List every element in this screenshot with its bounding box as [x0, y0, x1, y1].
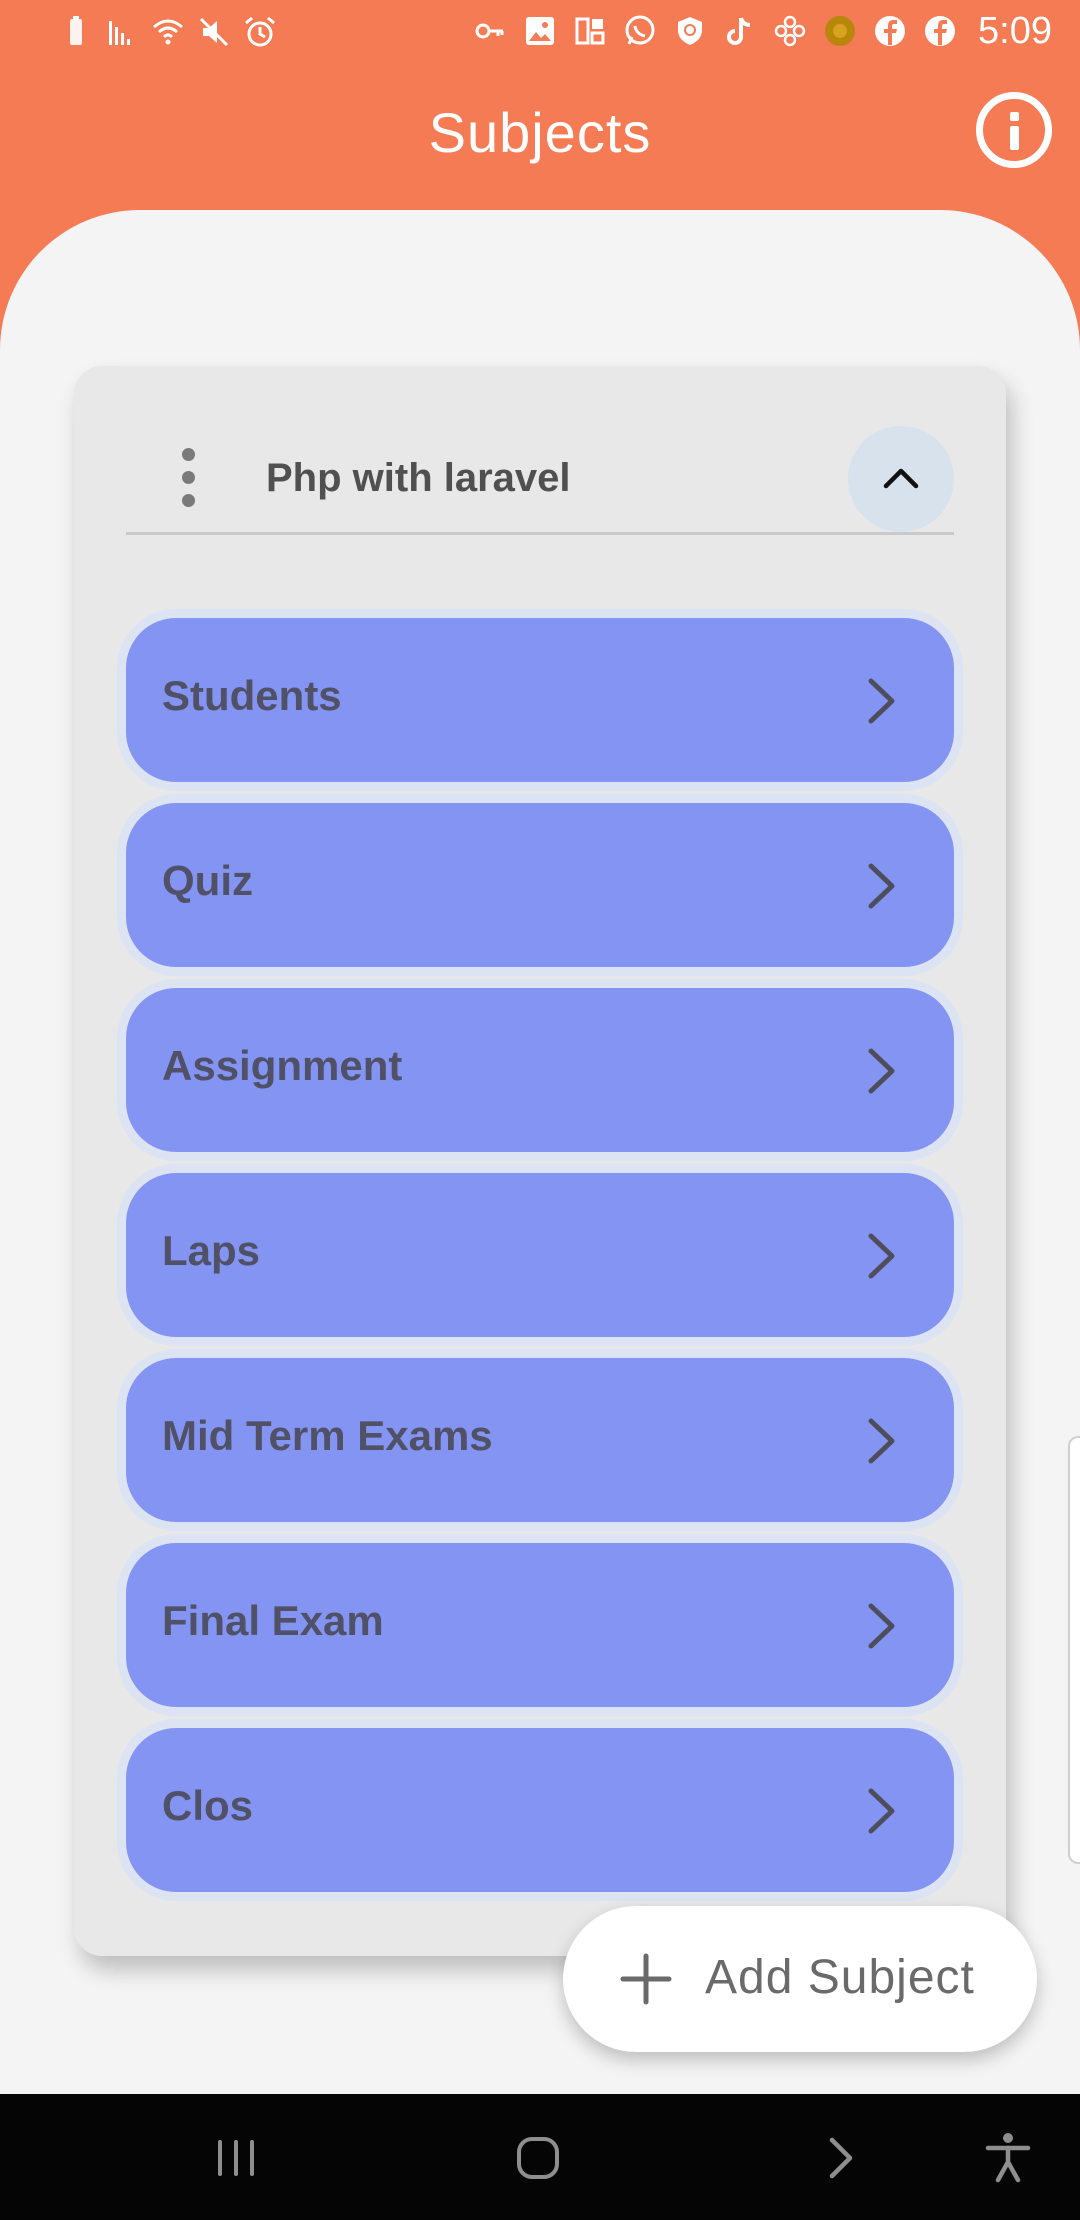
menu-item-label: Assignment [162, 1042, 403, 1089]
add-subject-label: Add Subject [705, 1951, 975, 2004]
info-icon[interactable] [976, 92, 1052, 168]
facebook-icon [872, 13, 908, 49]
chevron-right-icon [868, 1788, 895, 1834]
edge-panel-handle[interactable] [1068, 1436, 1080, 1864]
chevron-right-icon [868, 1418, 895, 1464]
home-icon[interactable] [508, 2128, 568, 2188]
collapse-button[interactable] [848, 426, 954, 532]
accessibility-icon[interactable] [978, 2128, 1038, 2188]
key-icon [472, 13, 508, 49]
chevron-right-icon [868, 1048, 895, 1094]
apps-icon [572, 13, 608, 49]
status-time: 5:09 [978, 9, 1052, 52]
app-bar: Subjects [0, 62, 1080, 212]
whatsapp-icon [622, 13, 658, 49]
add-subject-button[interactable]: Add Subject [563, 1906, 1037, 2052]
menu-item-assignment[interactable]: Assignment [126, 988, 954, 1152]
system-nav-bar [0, 2094, 1080, 2220]
more-vert-icon[interactable] [178, 448, 198, 508]
subject-menu-list: Students Quiz Assignment Laps Mid Term E… [126, 618, 954, 1913]
shield-icon [672, 13, 708, 49]
chevron-right-icon [868, 1603, 895, 1649]
battery-icon [58, 14, 94, 50]
status-bar: 5:09 [0, 0, 1080, 62]
back-icon[interactable] [810, 2128, 870, 2188]
menu-item-label: Final Exam [162, 1597, 384, 1644]
menu-item-mid-term-exams[interactable]: Mid Term Exams [126, 1358, 954, 1522]
menu-item-students[interactable]: Students [126, 618, 954, 782]
page-title: Subjects [428, 101, 652, 164]
menu-item-label: Clos [162, 1782, 254, 1829]
status-right-icons: 5:09 [472, 6, 1052, 56]
mute-icon [196, 14, 232, 50]
chevron-right-icon [868, 1233, 895, 1279]
alarm-icon [242, 14, 278, 50]
recent-apps-icon[interactable] [206, 2128, 266, 2188]
chevron-right-icon [868, 863, 895, 909]
plus-icon [620, 1953, 672, 2005]
subject-name: Php with laravel [266, 456, 571, 500]
subject-card: Php with laravel Students Quiz Assignmen… [74, 366, 1006, 1956]
status-left-icons [58, 12, 278, 52]
menu-item-quiz[interactable]: Quiz [126, 803, 954, 967]
menu-item-label: Quiz [162, 857, 253, 904]
menu-item-label: Mid Term Exams [162, 1412, 493, 1459]
coin-icon [822, 13, 858, 49]
wifi-icon [150, 14, 186, 50]
subject-card-header[interactable]: Php with laravel [126, 426, 954, 535]
signal-icon [104, 14, 140, 50]
flower-icon [772, 13, 808, 49]
menu-item-laps[interactable]: Laps [126, 1173, 954, 1337]
image-icon [522, 13, 558, 49]
menu-item-clos[interactable]: Clos [126, 1728, 954, 1892]
menu-item-final-exam[interactable]: Final Exam [126, 1543, 954, 1707]
chevron-up-icon [883, 468, 919, 489]
tiktok-icon [722, 13, 758, 49]
menu-item-label: Laps [162, 1227, 261, 1274]
menu-item-label: Students [162, 672, 342, 719]
chevron-right-icon [868, 678, 895, 724]
facebook-icon [922, 13, 958, 49]
